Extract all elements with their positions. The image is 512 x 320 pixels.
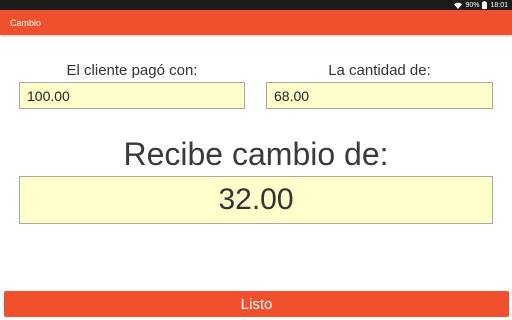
change-value: 32.00: [19, 176, 493, 224]
app-title: Cambio: [10, 17, 42, 28]
wifi-icon: [454, 2, 463, 9]
paid-label: El cliente pagó con:: [66, 62, 198, 79]
battery-level: 90%: [465, 1, 480, 9]
amount-input[interactable]: 68.00: [266, 82, 493, 109]
paid-input[interactable]: 100.00: [19, 82, 245, 109]
app-bar: Cambio: [0, 10, 512, 35]
status-time: 18:01: [490, 1, 508, 9]
status-bar: 90% 18:01: [0, 0, 512, 10]
amount-label: La cantidad de:: [328, 62, 431, 79]
battery-icon: [482, 1, 488, 9]
change-label: Recibe cambio de:: [123, 136, 389, 172]
done-button[interactable]: Listo: [4, 291, 509, 317]
